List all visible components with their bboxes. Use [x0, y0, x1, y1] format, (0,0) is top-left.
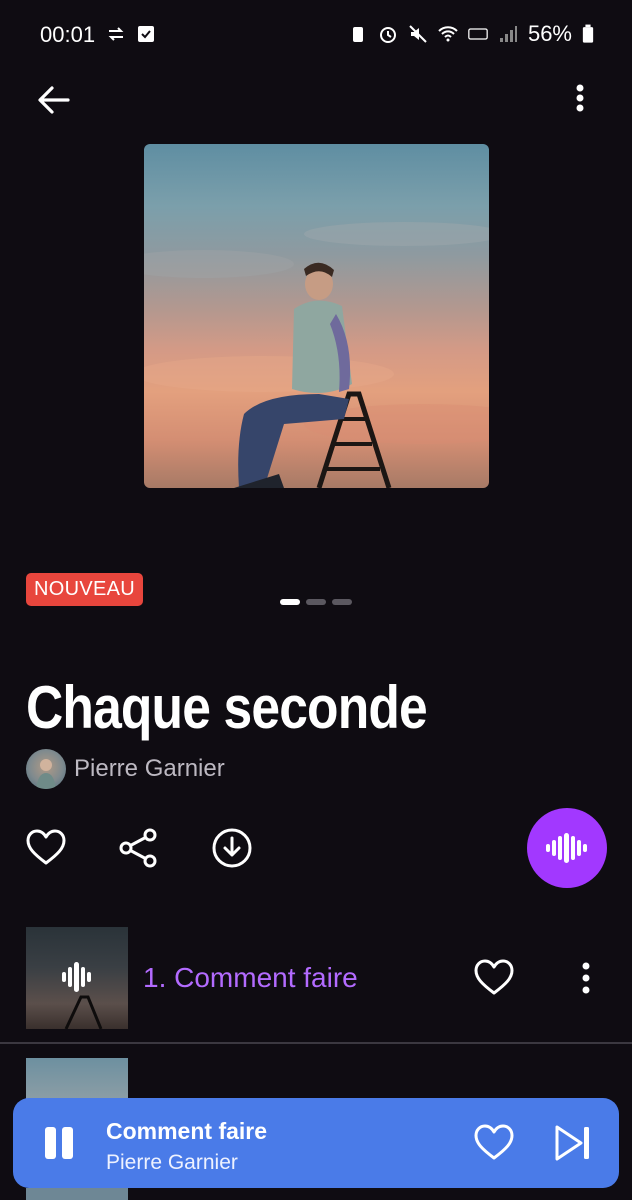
pause-icon[interactable]: [39, 1121, 83, 1165]
track-thumbnail: [26, 927, 128, 1029]
deezer-waveform-icon: [546, 833, 587, 863]
status-time: 00:01: [40, 22, 96, 47]
pager-dot[interactable]: [332, 599, 352, 605]
album-cover[interactable]: [144, 144, 489, 488]
more-vertical-icon[interactable]: [564, 956, 608, 1000]
album-screen: 00:01 56% NOUVEAU Chaque seconde Pierre …: [0, 0, 632, 1200]
heart-icon[interactable]: [472, 1121, 516, 1165]
battery-percent: 56%: [527, 21, 572, 46]
mini-player-artist: Pierre Garnier: [106, 1151, 238, 1174]
track-thumbnail: [26, 1188, 128, 1200]
mini-player[interactable]: Comment faire Pierre Garnier: [13, 1098, 619, 1188]
mute-icon: [409, 25, 427, 43]
volte-icon: [468, 28, 488, 40]
now-playing-waveform-icon: [62, 962, 103, 1029]
status-left-icons: [106, 24, 156, 44]
pager-dot[interactable]: [306, 599, 326, 605]
skip-next-icon[interactable]: [551, 1121, 595, 1165]
download-icon[interactable]: [210, 826, 254, 870]
pager-dot-active[interactable]: [280, 599, 300, 605]
battery-icon: [582, 24, 594, 43]
new-badge: NOUVEAU: [26, 573, 144, 606]
alarm-icon: [379, 27, 396, 43]
status-bar: 00:01 56%: [0, 0, 632, 72]
avatar-portrait: [36, 759, 56, 789]
divider: [0, 1042, 632, 1044]
back-arrow-icon[interactable]: [32, 78, 76, 122]
battery-saver-icon: [352, 27, 363, 42]
mini-player-title: Comment faire: [106, 1118, 268, 1144]
heart-icon[interactable]: [24, 826, 68, 870]
artist-name: Pierre Garnier: [74, 755, 225, 782]
wifi-icon: [438, 26, 458, 42]
cover-illustration: [144, 222, 489, 488]
artist-avatar: [26, 749, 66, 789]
heart-icon[interactable]: [472, 956, 516, 1000]
status-right: 56%: [348, 21, 594, 47]
more-vertical-icon[interactable]: [558, 78, 602, 122]
check-square-icon: [138, 26, 154, 42]
carousel-pager: [280, 599, 352, 605]
sync-icon: [108, 27, 124, 41]
track-title[interactable]: 1. Comment faire: [143, 962, 358, 994]
share-icon[interactable]: [117, 826, 161, 870]
album-title: Chaque seconde: [26, 674, 428, 741]
artist-link[interactable]: Pierre Garnier: [26, 748, 225, 790]
signal-icon: [499, 26, 517, 42]
play-button[interactable]: [527, 808, 607, 888]
